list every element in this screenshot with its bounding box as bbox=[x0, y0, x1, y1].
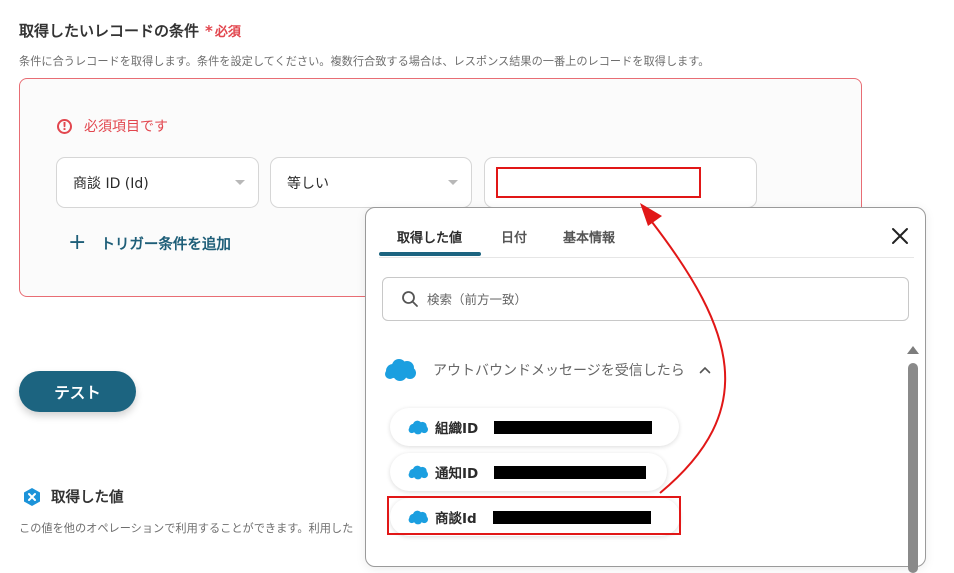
redacted-value bbox=[494, 465, 647, 479]
list-item-notification-id[interactable]: 通知ID bbox=[390, 453, 667, 491]
tab-acquired-values[interactable]: 取得した値 bbox=[397, 227, 462, 246]
group-header-outbound-message[interactable]: アウトバウンドメッセージを受信したら bbox=[383, 358, 711, 382]
acquired-values-title: 取得した値 bbox=[51, 490, 124, 506]
scrollbar-thumb[interactable] bbox=[908, 363, 918, 573]
section-description: 条件に合うレコードを取得します。条件を設定してください。複数行合致する場合は、レ… bbox=[19, 55, 710, 68]
tab-date[interactable]: 日付 bbox=[501, 227, 527, 246]
add-trigger-condition-button[interactable]: + トリガー条件を追加 bbox=[68, 232, 231, 254]
section-title: 取得したいレコードの条件 * 必須 bbox=[19, 20, 241, 41]
acquired-values-header: 取得した値 bbox=[22, 486, 124, 507]
field-select-value: 商談 ID (Id) bbox=[73, 175, 149, 192]
alert-circle-icon: ! bbox=[57, 118, 72, 134]
plus-icon: + bbox=[68, 230, 87, 255]
active-tab-indicator bbox=[379, 252, 481, 256]
required-label: 必須 bbox=[214, 25, 241, 40]
list-item-org-id[interactable]: 組織ID bbox=[390, 408, 679, 446]
yoom-badge-icon bbox=[24, 487, 40, 506]
search-input[interactable] bbox=[425, 290, 869, 308]
add-trigger-label: トリガー条件を追加 bbox=[100, 236, 231, 253]
search-icon bbox=[402, 291, 418, 307]
field-select[interactable]: 商談 ID (Id) bbox=[56, 157, 259, 208]
chevron-down-icon bbox=[235, 180, 245, 185]
value-picker-popup: 取得した値 日付 基本情報 アウトバウンドメッセージを受信したら bbox=[365, 207, 926, 573]
salesforce-cloud-icon bbox=[385, 359, 416, 381]
operator-select-value: 等しい bbox=[287, 175, 329, 192]
warning-text: 必須項目です bbox=[84, 119, 168, 135]
chevron-down-icon bbox=[448, 180, 458, 185]
acquired-values-description: この値を他のオペレーションで利用することができます。利用した bbox=[19, 522, 354, 535]
group-title: アウトバウンドメッセージを受信したら bbox=[433, 363, 685, 379]
chevron-up-icon bbox=[699, 366, 711, 374]
redacted-value bbox=[494, 420, 653, 434]
tab-basic-info[interactable]: 基本情報 bbox=[563, 227, 615, 246]
salesforce-cloud-icon bbox=[408, 465, 428, 479]
tab-divider bbox=[379, 257, 914, 258]
section-title-text: 取得したいレコードの条件 bbox=[19, 22, 200, 40]
operator-select[interactable]: 等しい bbox=[270, 157, 472, 208]
list-item-label: 組織ID bbox=[435, 421, 479, 437]
highlight-value-input bbox=[496, 167, 701, 198]
scroll-up-arrow-icon[interactable] bbox=[907, 346, 919, 354]
required-warning: ! 必須項目です bbox=[57, 116, 168, 136]
required-mark: * bbox=[205, 22, 213, 40]
test-button[interactable]: テスト bbox=[19, 371, 136, 412]
close-icon[interactable] bbox=[889, 225, 911, 247]
highlight-opportunity-id bbox=[387, 496, 681, 535]
list-item-label: 通知ID bbox=[435, 466, 479, 482]
search-box[interactable] bbox=[382, 277, 909, 321]
salesforce-cloud-icon bbox=[408, 420, 428, 434]
